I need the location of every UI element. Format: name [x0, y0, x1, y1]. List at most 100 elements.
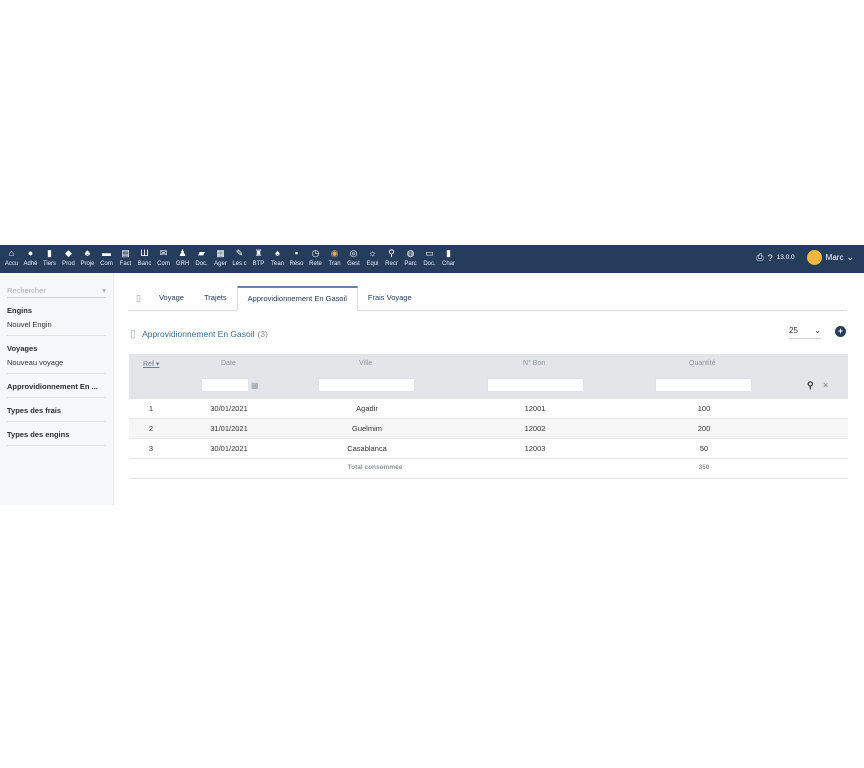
- sidebar-block: Voyages Nouveau voyage: [7, 336, 106, 374]
- user-name[interactable]: Marc: [826, 253, 844, 262]
- header-date[interactable]: Date: [221, 360, 236, 367]
- menu-item-label: Banc: [137, 261, 152, 267]
- sidebar-block-title[interactable]: Voyages: [7, 344, 106, 353]
- header-ref[interactable]: Ref ▾: [143, 360, 159, 368]
- menu-item-19[interactable]: ☼ Équi: [363, 248, 382, 268]
- menu-item-7[interactable]: Ш Banc: [135, 248, 154, 268]
- menu-item-4[interactable]: ♣ Proje: [78, 248, 97, 268]
- menu-item-2[interactable]: ▮ Tiers: [40, 248, 59, 268]
- tab-approvisionnement[interactable]: Approvidionnement En Gasoil: [236, 286, 358, 311]
- menu-item-6[interactable]: ▤ Fact: [116, 248, 135, 268]
- tab-frais-voyage[interactable]: Frais Voyage: [358, 286, 422, 310]
- add-record-button[interactable]: +: [835, 326, 846, 337]
- table-row[interactable]: 1 30/01/2021 Agadir 12001 100: [129, 399, 848, 419]
- filter-ville-input[interactable]: [318, 378, 415, 392]
- header-quantite[interactable]: Quantité: [689, 360, 715, 367]
- data-table: Ref ▾ Date Ville N° Bon Quantité ▦ ⚲ × 1…: [129, 354, 848, 479]
- main-menu: ⌂ Accu ● Adhé ▮ Tiers ◆ Prod ♣ Proje ▬ Com ▤ Fact Ш Ban…: [2, 248, 458, 268]
- menu-item-20[interactable]: ⚲ Recr: [382, 248, 401, 268]
- crane-icon: ♜: [254, 248, 263, 258]
- page-size-select[interactable]: 25 ⌄: [789, 326, 821, 339]
- menu-item-17[interactable]: ◉ Tran: [325, 248, 344, 268]
- menu-item-0[interactable]: ⌂ Accu: [2, 248, 21, 268]
- filter-quantite-input[interactable]: [655, 378, 752, 392]
- menu-item-label: GRH: [175, 261, 190, 267]
- menu-item-label: Proje: [80, 261, 95, 267]
- sidebar-link[interactable]: Nouvel Engin: [7, 320, 106, 329]
- chevron-down-icon[interactable]: ⌄: [846, 252, 854, 263]
- building-icon: ▮: [47, 248, 52, 258]
- top-right-tools: ⎙ ? 13.0.0 Marc ⌄: [756, 250, 858, 265]
- tab-bar: ▯ Voyage Trajets Approvidionnement En Ga…: [128, 286, 847, 311]
- menu-item-5[interactable]: ▬ Com: [97, 248, 116, 268]
- sidebar-block-title[interactable]: Engins: [7, 306, 106, 315]
- filter-date-input[interactable]: [201, 378, 249, 392]
- sidebar-search-select[interactable]: Rechercher ▾: [7, 283, 106, 298]
- menu-item-15[interactable]: ▪ Réso: [287, 248, 306, 268]
- header-ville[interactable]: Ville: [359, 360, 372, 367]
- calendar-icon[interactable]: ▦: [251, 381, 259, 390]
- document-icon: ▭: [425, 248, 434, 258]
- menu-item-label: Fact: [119, 261, 132, 267]
- equipment-icon: ☼: [368, 248, 377, 258]
- home-icon: ⌂: [8, 248, 15, 258]
- sidebar-block: Types des engins: [7, 422, 106, 446]
- cell-ville: Agadir: [356, 404, 378, 413]
- menu-item-13[interactable]: ♜ BTP: [249, 248, 268, 268]
- tab-trajets[interactable]: Trajets: [194, 286, 237, 310]
- menu-item-10[interactable]: ▰ Doc.: [192, 248, 211, 268]
- cell-bon: 12002: [524, 424, 546, 433]
- sidebar-block: Engins Nouvel Engin: [7, 298, 106, 336]
- menu-item-11[interactable]: ▦ Ager: [211, 248, 230, 268]
- cell-ref: 1: [148, 404, 154, 413]
- filter-bon-input[interactable]: [487, 378, 584, 392]
- wrench-icon: ✎: [235, 248, 244, 258]
- left-sidebar: Rechercher ▾ Engins Nouvel Engin Voyages No…: [0, 273, 114, 505]
- menu-item-label: Les c: [232, 261, 247, 267]
- sidebar-block-title[interactable]: Types des engins: [7, 430, 106, 439]
- menu-item-label: Accu: [4, 261, 19, 267]
- table-row[interactable]: 3 30/01/2021 Casablanca 12003 50: [129, 439, 848, 459]
- menu-item-22[interactable]: ▭ Doc.: [420, 248, 439, 268]
- avatar[interactable]: [806, 250, 822, 265]
- tab-voyage[interactable]: Voyage: [149, 286, 194, 310]
- sidebar-block-title[interactable]: Approvidionnement En ...: [7, 382, 106, 391]
- clear-filter-icon[interactable]: ×: [823, 380, 828, 390]
- menu-item-18[interactable]: ◎ Gest: [344, 248, 363, 268]
- menu-item-label: BTP: [252, 261, 265, 267]
- menu-item-14[interactable]: ♠ Tean: [268, 248, 287, 268]
- menu-item-label: Char: [441, 261, 455, 267]
- cell-ref: 2: [148, 424, 154, 433]
- suitcase-icon: ▬: [102, 248, 111, 258]
- sidebar-block-title[interactable]: Types des frais: [7, 406, 106, 415]
- menu-item-21[interactable]: ◍ Parc: [401, 248, 420, 268]
- table-row[interactable]: 2 31/01/2021 Guelmim 12002 200: [129, 419, 848, 439]
- header-bon[interactable]: N° Bon: [523, 360, 545, 367]
- cell-date: 30/01/2021: [210, 444, 248, 453]
- menu-item-16[interactable]: ◷ Rete: [306, 248, 325, 268]
- menu-item-23[interactable]: ▮ Char: [439, 248, 458, 268]
- cell-quantite: 50: [699, 444, 709, 453]
- mail-icon: ✉: [159, 248, 168, 258]
- search-person-icon: ⚲: [388, 248, 395, 258]
- app-window: ⌂ Accu ● Adhé ▮ Tiers ◆ Prod ♣ Proje ▬ Com ▤ Fact Ш Ban…: [0, 245, 864, 505]
- menu-item-label: Recr: [385, 261, 398, 267]
- cell-date: 30/01/2021: [210, 404, 248, 413]
- total-row: Total consommée 350: [129, 459, 848, 479]
- invoice-icon: ▤: [121, 248, 130, 258]
- support-icon: ◎: [349, 248, 358, 258]
- cube-icon: ◆: [65, 248, 72, 258]
- help-icon[interactable]: ?: [768, 253, 773, 263]
- total-label: Total consommée: [347, 464, 403, 471]
- menu-item-12[interactable]: ✎ Les c: [230, 248, 249, 268]
- sidebar-link[interactable]: Nouveau voyage: [7, 358, 106, 367]
- menu-item-9[interactable]: ♟ GRH: [173, 248, 192, 268]
- search-icon[interactable]: ⚲: [807, 380, 814, 391]
- menu-item-3[interactable]: ◆ Prod: [59, 248, 78, 268]
- print-icon[interactable]: ⎙: [756, 252, 763, 263]
- version-label: 13.0.0: [776, 254, 795, 261]
- menu-item-1[interactable]: ● Adhé: [21, 248, 40, 268]
- menu-item-label: Réso: [289, 261, 304, 267]
- menu-item-8[interactable]: ✉ Com: [154, 248, 173, 268]
- cell-bon: 12001: [524, 404, 546, 413]
